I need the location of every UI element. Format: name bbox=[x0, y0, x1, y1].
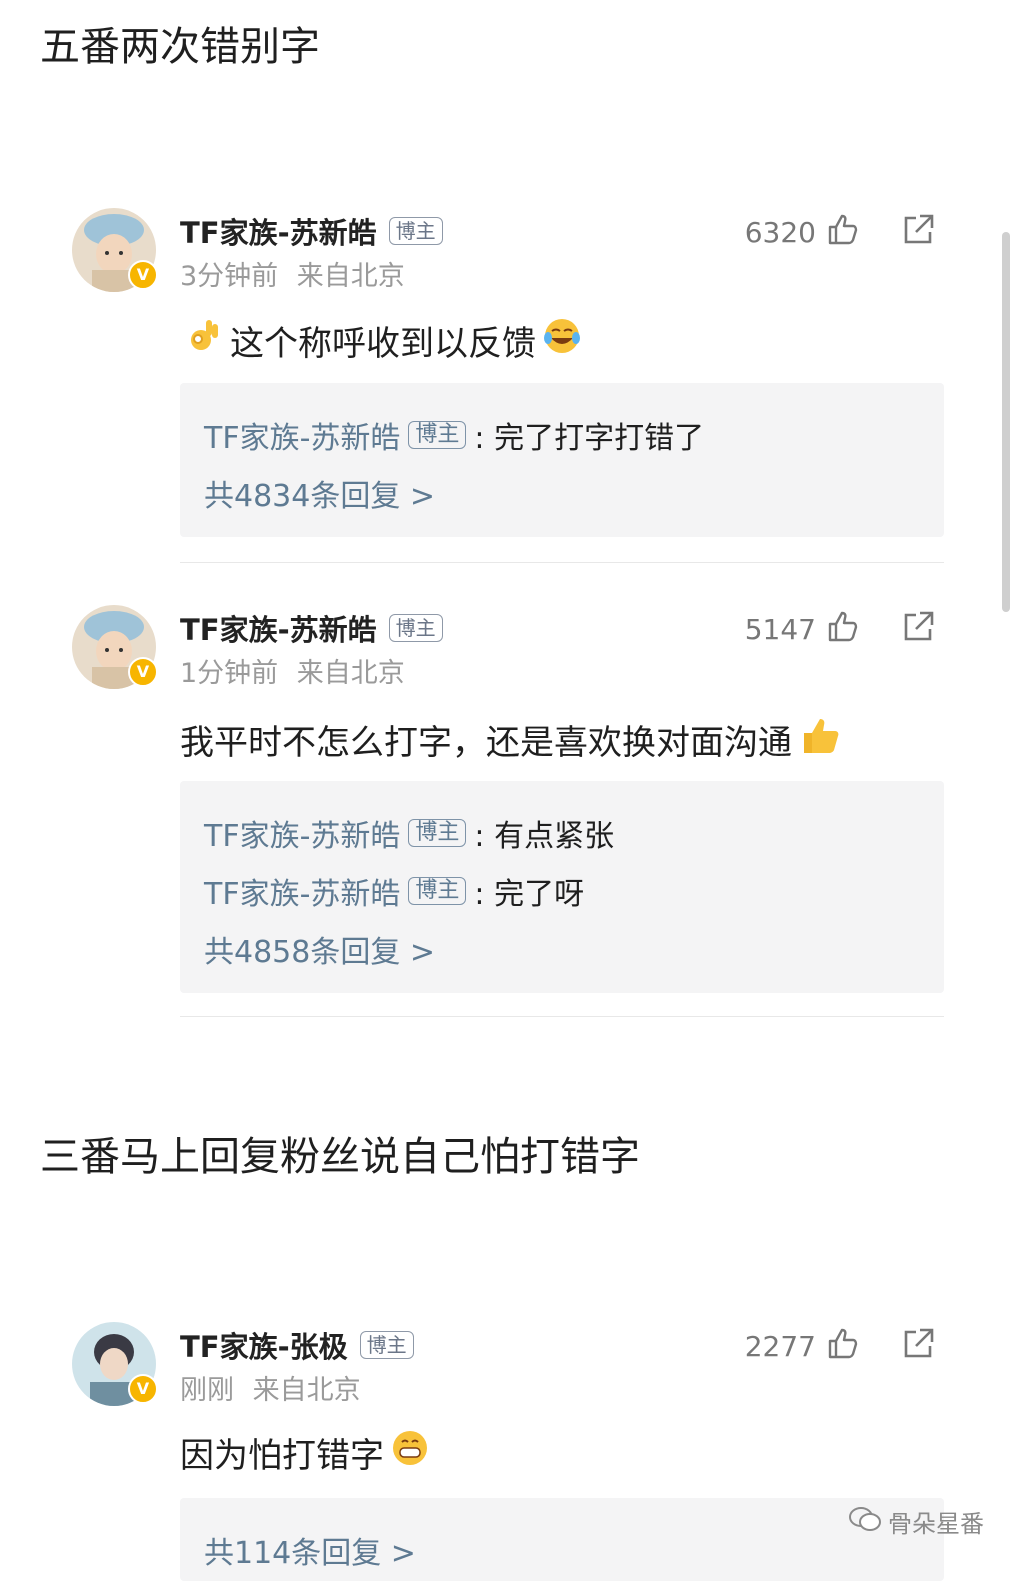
reply-box[interactable]: 共114条回复 > bbox=[180, 1498, 944, 1581]
author-row: TF家族-苏新皓 博主 bbox=[180, 210, 443, 252]
reply-text: : 完了呀 bbox=[474, 877, 585, 912]
reply-count-link[interactable]: 共4834条回复 > bbox=[204, 471, 435, 515]
avatar[interactable]: V bbox=[72, 208, 158, 292]
avatar[interactable]: V bbox=[72, 1322, 158, 1406]
caption-top: 五番两次错别字 bbox=[40, 24, 320, 70]
divider bbox=[180, 562, 944, 563]
comment-text: 这个称呼收到以反馈 bbox=[230, 324, 536, 364]
reply-author[interactable]: TF家族-苏新皓 bbox=[204, 869, 400, 913]
blogger-tag: 博主 bbox=[388, 614, 443, 642]
like-control[interactable]: 2277 bbox=[745, 1326, 860, 1367]
reply-text: : 有点紧张 bbox=[474, 819, 615, 854]
verified-badge-icon: V bbox=[128, 657, 158, 687]
comment-location: 来自北京 bbox=[252, 1375, 361, 1406]
like-count: 2277 bbox=[744, 1330, 816, 1363]
thumbs-up-emoji-icon bbox=[798, 713, 842, 766]
author-name[interactable]: TF家族-苏新皓 bbox=[180, 607, 377, 649]
like-count: 6320 bbox=[744, 216, 816, 249]
reply-line[interactable]: TF家族-苏新皓 博主 : 有点紧张 bbox=[204, 811, 614, 855]
comment-meta: 3分钟前 来自北京 bbox=[180, 254, 405, 293]
caption-middle: 三番马上回复粉丝说自己怕打错字 bbox=[40, 1134, 640, 1180]
comment-meta: 1分钟前 来自北京 bbox=[180, 651, 405, 690]
thumbs-up-icon[interactable] bbox=[826, 212, 860, 253]
avatar[interactable]: V bbox=[72, 605, 158, 689]
reply-line[interactable]: TF家族-苏新皓 博主 : 完了打字打错了 bbox=[204, 413, 704, 457]
thumbs-up-icon[interactable] bbox=[826, 1326, 860, 1367]
like-control[interactable]: 5147 bbox=[745, 609, 860, 650]
reply-author[interactable]: TF家族-苏新皓 bbox=[204, 811, 400, 855]
author-row: TF家族-苏新皓 博主 bbox=[180, 607, 443, 649]
divider bbox=[180, 1016, 944, 1017]
like-control[interactable]: 6320 bbox=[745, 212, 860, 253]
verified-badge-icon: V bbox=[128, 1374, 158, 1404]
comment-text: 我平时不怎么打字，还是喜欢换对面沟通 bbox=[180, 723, 792, 763]
reply-count-link[interactable]: 共4858条回复 > bbox=[204, 927, 435, 971]
reply-count-link[interactable]: 共114条回复 > bbox=[204, 1528, 416, 1572]
laughing-tears-icon bbox=[542, 316, 582, 365]
blogger-tag: 博主 bbox=[408, 819, 467, 847]
comment-text: 因为怕打错字 bbox=[180, 1436, 384, 1476]
author-name[interactable]: TF家族-张极 bbox=[180, 1324, 348, 1366]
comment-time: 1分钟前 bbox=[180, 658, 279, 689]
watermark: 骨朵星番 bbox=[848, 1504, 984, 1539]
comment-body: 我平时不怎么打字，还是喜欢换对面沟通 bbox=[180, 713, 842, 766]
comment-time: 3分钟前 bbox=[180, 261, 279, 292]
reply-text: : 完了打字打错了 bbox=[474, 421, 705, 456]
reply-line[interactable]: TF家族-苏新皓 博主 : 完了呀 bbox=[204, 869, 584, 913]
comment-location: 来自北京 bbox=[296, 261, 405, 292]
thumbs-up-icon[interactable] bbox=[826, 609, 860, 650]
reply-author[interactable]: TF家族-苏新皓 bbox=[204, 413, 400, 457]
ok-hand-icon bbox=[184, 316, 224, 365]
share-icon[interactable] bbox=[900, 1326, 936, 1366]
blogger-tag: 博主 bbox=[408, 877, 467, 905]
author-name[interactable]: TF家族-苏新皓 bbox=[180, 210, 377, 252]
share-icon[interactable] bbox=[900, 609, 936, 649]
grinning-face-icon bbox=[390, 1428, 430, 1477]
wechat-icon bbox=[848, 1505, 882, 1539]
share-icon[interactable] bbox=[900, 212, 936, 252]
blogger-tag: 博主 bbox=[359, 1331, 414, 1359]
comment-time: 刚刚 bbox=[180, 1375, 234, 1406]
reply-box[interactable]: TF家族-苏新皓 博主 : 有点紧张 TF家族-苏新皓 博主 : 完了呀 共48… bbox=[180, 781, 944, 993]
watermark-text: 骨朵星番 bbox=[888, 1510, 984, 1538]
author-row: TF家族-张极 博主 bbox=[180, 1324, 414, 1366]
scrollbar[interactable] bbox=[1002, 232, 1010, 612]
reply-box[interactable]: TF家族-苏新皓 博主 : 完了打字打错了 共4834条回复 > bbox=[180, 383, 944, 537]
blogger-tag: 博主 bbox=[388, 217, 443, 245]
comment-meta: 刚刚 来自北京 bbox=[180, 1368, 361, 1407]
verified-badge-icon: V bbox=[128, 260, 158, 290]
comment-location: 来自北京 bbox=[296, 658, 405, 689]
blogger-tag: 博主 bbox=[408, 421, 467, 449]
comment-body: 因为怕打错字 bbox=[180, 1428, 430, 1477]
comment-body: 这个称呼收到以反馈 bbox=[184, 316, 582, 365]
like-count: 5147 bbox=[744, 613, 816, 646]
